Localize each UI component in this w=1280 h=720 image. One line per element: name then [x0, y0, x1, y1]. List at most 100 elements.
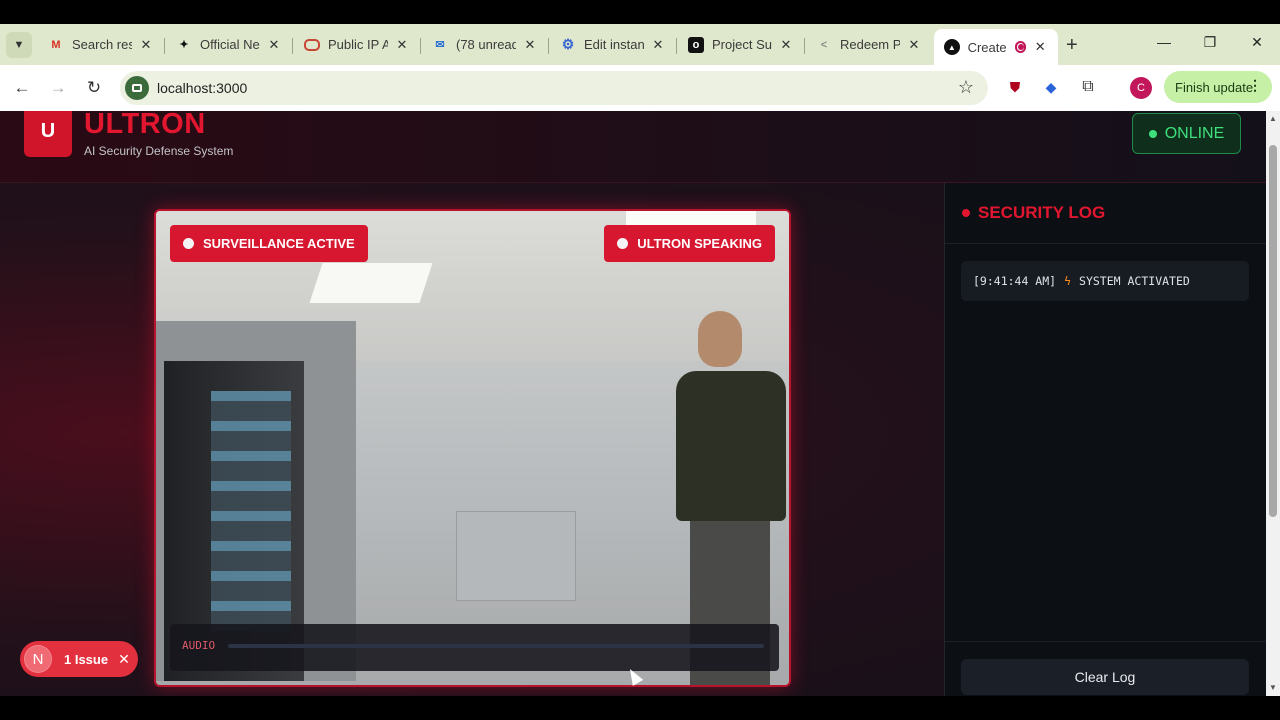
- url-text[interactable]: localhost:3000: [157, 80, 247, 96]
- app-subtitle: AI Security Defense System: [84, 144, 234, 158]
- tab-title: Project Sul: [712, 37, 772, 52]
- record-dot-icon: [183, 238, 194, 249]
- audio-label: AUDIO: [182, 639, 216, 652]
- gmail-icon: M: [51, 38, 61, 51]
- tab-edit-instance[interactable]: ⚙ Edit instan ✕: [550, 30, 676, 59]
- tab-project[interactable]: o Project Sul ✕: [678, 30, 804, 59]
- gear-icon: ⚙: [561, 36, 575, 52]
- audio-visualizer: AUDIO: [170, 624, 779, 671]
- close-icon[interactable]: ✕: [522, 37, 538, 53]
- back-arrow-icon[interactable]: ←: [11, 77, 33, 99]
- camera-image-detail: [456, 511, 576, 601]
- close-window-icon[interactable]: ✕: [1247, 34, 1267, 51]
- tab-strip: ▼ M Search res ✕ ✦ Official Ne ✕ Public …: [0, 24, 1280, 65]
- finish-update-label: Finish update: [1175, 79, 1254, 95]
- tab-official[interactable]: ✦ Official Ne ✕: [166, 30, 292, 59]
- app-title: ULTRON: [84, 111, 206, 140]
- audio-level-track: [228, 644, 764, 648]
- security-log-panel: SECURITY LOG [9:41:44 AM] ϟ SYSTEM ACTIV…: [944, 183, 1266, 696]
- tab-separator: [292, 38, 293, 54]
- forward-arrow-icon[interactable]: →: [47, 77, 69, 99]
- tab-unread-mail[interactable]: ✉ (78 unread ✕: [422, 30, 548, 59]
- close-icon[interactable]: ✕: [778, 37, 794, 53]
- sparkle-icon: ✦: [179, 39, 189, 51]
- close-icon[interactable]: ✕: [266, 37, 282, 53]
- tab-title: Public IP A: [328, 37, 388, 52]
- tab-public-ip[interactable]: Public IP A ✕: [294, 30, 420, 59]
- diamond-extension-icon[interactable]: ◆: [1040, 76, 1062, 98]
- app-page: U ULTRON AI Security Defense System ONLI…: [0, 111, 1266, 696]
- scroll-down-icon[interactable]: ▼: [1269, 683, 1277, 692]
- nextjs-icon: N: [24, 645, 52, 673]
- tab-separator: [164, 38, 165, 54]
- camera-image-detail: [626, 211, 756, 225]
- camera-image-detail: [211, 391, 291, 631]
- site-info-icon[interactable]: [125, 76, 149, 100]
- recording-icon: [1014, 41, 1027, 53]
- page-scrollbar[interactable]: ▲ ▼: [1266, 111, 1280, 696]
- tab-redeem[interactable]: < Redeem P ✕: [806, 30, 932, 59]
- profile-avatar[interactable]: C: [1130, 77, 1152, 99]
- bookmark-star-icon[interactable]: ☆: [958, 77, 974, 98]
- puzzle-extensions-icon[interactable]: ⧉: [1077, 76, 1099, 98]
- finish-update-button[interactable]: Finish update ⋮: [1164, 71, 1272, 103]
- close-icon[interactable]: ✕: [906, 37, 922, 53]
- scrollbar-thumb[interactable]: [1269, 145, 1277, 517]
- new-tab-button[interactable]: +: [1066, 34, 1078, 57]
- tab-title: Edit instan: [584, 37, 644, 52]
- close-icon[interactable]: ✕: [1032, 39, 1048, 55]
- project-icon: o: [688, 36, 704, 53]
- mail-icon: ✉: [435, 39, 445, 51]
- speaking-label: ULTRON SPEAKING: [637, 236, 762, 251]
- log-time: [9:41:44 AM]: [973, 274, 1057, 288]
- scroll-up-icon[interactable]: ▲: [1269, 114, 1277, 123]
- tab-search-button[interactable]: ▼: [6, 32, 32, 58]
- tab-separator: [420, 38, 421, 54]
- more-vert-icon: ⋮: [1248, 77, 1262, 93]
- status-text: ONLINE: [1164, 124, 1225, 142]
- camera-image-detail: [309, 263, 433, 303]
- camera-feed: SURVEILLANCE ACTIVE ULTRON SPEAKING AUDI…: [154, 209, 791, 687]
- speaking-badge: ULTRON SPEAKING: [604, 225, 775, 262]
- address-bar[interactable]: localhost:3000 ☆: [120, 71, 988, 105]
- minimize-icon[interactable]: —: [1154, 34, 1174, 50]
- surveillance-badge: SURVEILLANCE ACTIVE: [170, 225, 368, 262]
- reload-icon[interactable]: ↻: [83, 77, 105, 99]
- close-icon[interactable]: ✕: [650, 37, 666, 53]
- tab-title: Create: [967, 39, 1007, 55]
- oracle-icon: [304, 38, 320, 51]
- tab-separator: [804, 38, 805, 54]
- tab-title: (78 unread: [456, 37, 516, 52]
- tab-title: Official Ne: [200, 37, 260, 52]
- status-badge: ONLINE: [1132, 113, 1241, 154]
- log-dot-icon: [962, 209, 970, 217]
- surveillance-label: SURVEILLANCE ACTIVE: [203, 236, 355, 251]
- log-entry: [9:41:44 AM] ϟ SYSTEM ACTIVATED: [961, 261, 1249, 301]
- share-icon: <: [820, 38, 828, 51]
- issues-badge[interactable]: N 1 Issue ✕: [20, 641, 138, 677]
- chevron-down-icon: ▼: [13, 39, 25, 51]
- clear-log-button[interactable]: Clear Log: [961, 659, 1249, 695]
- lightning-icon: ϟ: [1064, 274, 1072, 288]
- log-header: SECURITY LOG: [945, 183, 1266, 244]
- shield-extension-icon[interactable]: ⛊: [1004, 76, 1026, 98]
- close-icon[interactable]: ✕: [394, 37, 410, 53]
- tab-title: Search res: [72, 37, 132, 52]
- letterbox-bottom: [0, 696, 1280, 720]
- close-icon[interactable]: ✕: [138, 37, 154, 53]
- log-message: SYSTEM ACTIVATED: [1079, 274, 1190, 288]
- close-icon[interactable]: ✕: [118, 651, 130, 668]
- restore-icon[interactable]: ❐: [1200, 34, 1220, 51]
- tab-separator: [676, 38, 677, 54]
- status-dot-icon: [1148, 129, 1157, 138]
- record-dot-icon: [617, 238, 629, 249]
- tab-gmail[interactable]: M Search res ✕: [38, 30, 164, 59]
- app-header: U ULTRON AI Security Defense System ONLI…: [0, 111, 1266, 183]
- issue-label: 1 Issue: [64, 651, 109, 667]
- tab-separator: [548, 38, 549, 54]
- letterbox-top: [0, 0, 1280, 24]
- tab-create-active[interactable]: ▲ Create ✕: [934, 29, 1058, 65]
- triangle-icon: ▲: [944, 39, 960, 55]
- tab-title: Redeem P: [840, 37, 900, 52]
- divider: [945, 641, 1266, 642]
